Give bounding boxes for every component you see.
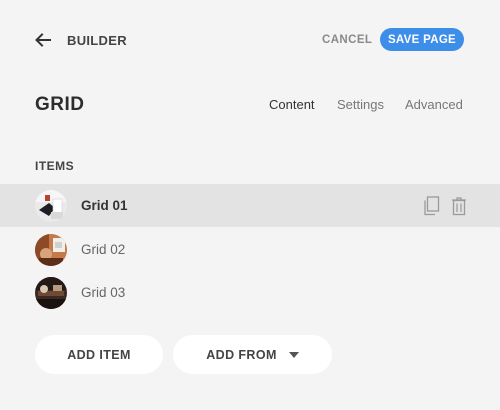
add-from-button[interactable]: ADD FROM — [173, 335, 332, 374]
item-row-grid-02[interactable]: Grid 02 — [0, 228, 500, 271]
row-actions — [423, 196, 469, 216]
builder-label: BUILDER — [67, 33, 127, 48]
item-label: Grid 01 — [81, 198, 128, 213]
items-section-label: ITEMS — [35, 159, 75, 173]
add-item-label: ADD ITEM — [67, 347, 131, 362]
grid-02-thumbnail — [35, 234, 67, 266]
caret-down-icon — [288, 351, 299, 358]
item-label: Grid 03 — [81, 285, 126, 300]
save-page-button[interactable]: SAVE PAGE — [380, 28, 464, 51]
tab-bar: Content Settings Advanced — [0, 97, 500, 117]
add-item-button[interactable]: ADD ITEM — [35, 335, 163, 374]
trash-icon[interactable] — [451, 196, 467, 216]
item-row-grid-01[interactable]: Grid 01 — [0, 184, 500, 227]
add-from-label: ADD FROM — [206, 347, 277, 362]
item-row-grid-03[interactable]: Grid 03 — [0, 271, 500, 314]
back-arrow-icon[interactable] — [33, 30, 53, 50]
cancel-button[interactable]: CANCEL — [322, 34, 372, 46]
item-label: Grid 02 — [81, 242, 126, 257]
tab-advanced[interactable]: Advanced — [405, 97, 463, 112]
top-bar: BUILDER CANCEL SAVE PAGE — [0, 0, 500, 80]
copy-icon[interactable] — [423, 196, 440, 216]
grid-03-thumbnail — [35, 277, 67, 309]
grid-01-thumbnail — [35, 190, 67, 222]
tab-settings[interactable]: Settings — [337, 97, 384, 112]
tab-content[interactable]: Content — [269, 97, 315, 112]
